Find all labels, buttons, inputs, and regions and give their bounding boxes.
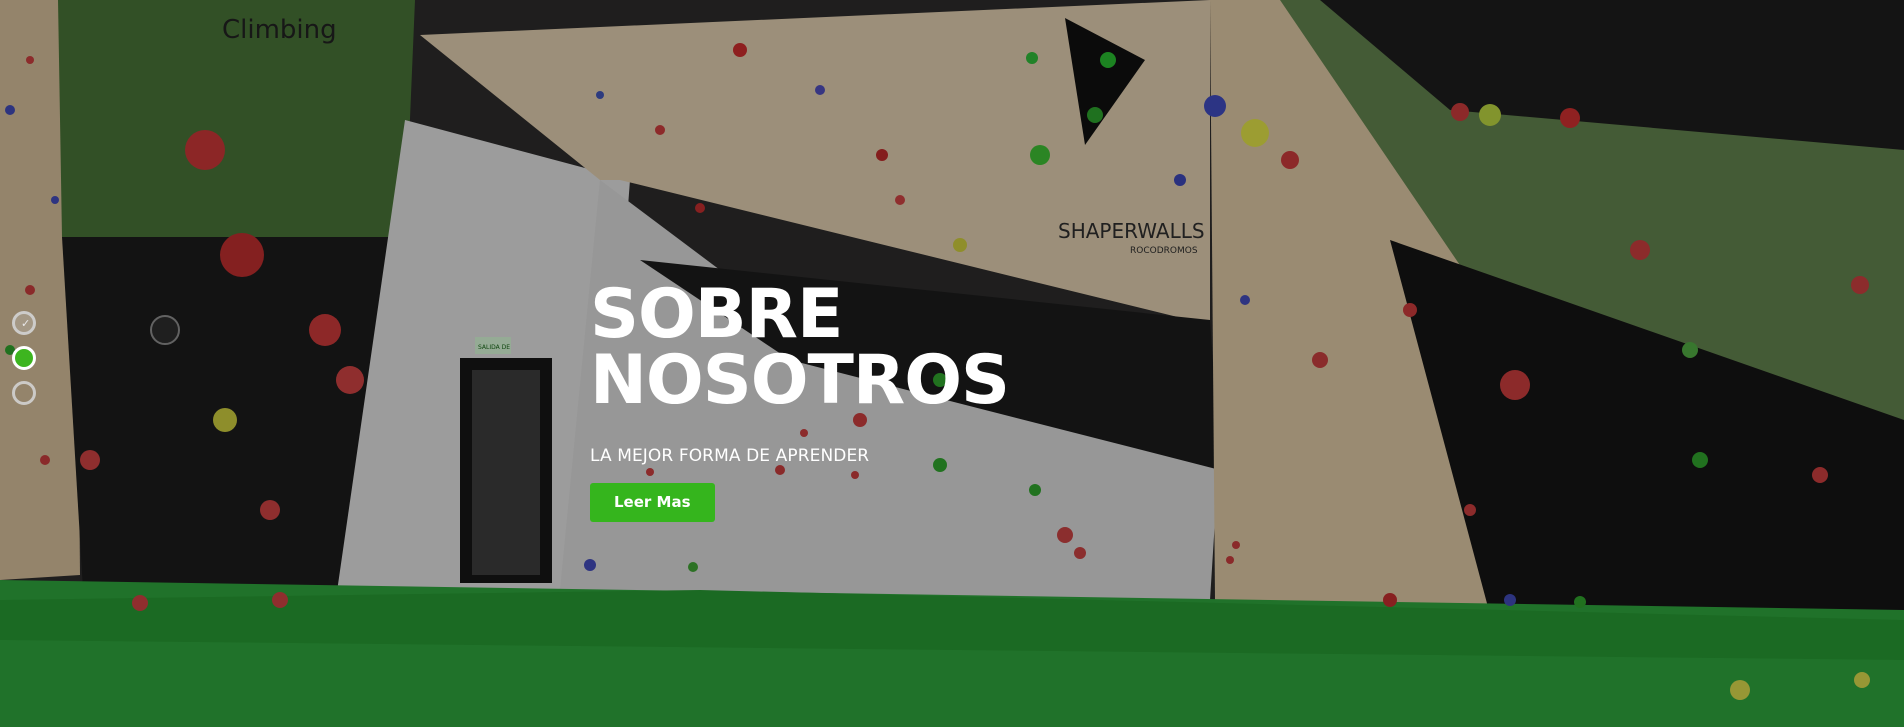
read-more-button[interactable]: Leer Mas — [590, 483, 715, 522]
check-icon: ✓ — [21, 317, 31, 330]
slider-dot-3[interactable] — [12, 381, 36, 405]
hero-title: SOBRE NOSOTROS — [590, 275, 1010, 420]
slider-pagination: ✓ — [12, 311, 36, 416]
slider-dot-1[interactable]: ✓ — [12, 311, 36, 335]
hero-subtitle: LA MEJOR FORMA DE APRENDER — [590, 446, 870, 466]
hero-slider: SHAPERWALLS ROCODROMOS Climbing SALIDA D… — [0, 0, 1904, 727]
slider-dot-2[interactable] — [12, 346, 36, 370]
hero-content: SOBRE NOSOTROS LA MEJOR FORMA DE APRENDE… — [590, 275, 1210, 522]
